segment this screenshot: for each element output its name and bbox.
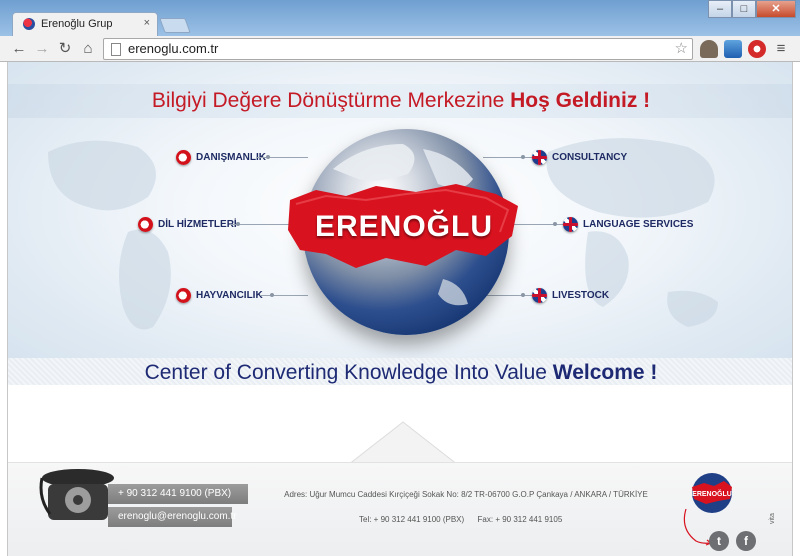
- twitter-icon[interactable]: t: [709, 531, 729, 551]
- maximize-button[interactable]: □: [732, 0, 756, 18]
- turkey-flag-icon: [176, 150, 191, 165]
- extension-screen-icon[interactable]: [724, 40, 742, 58]
- connector-dot: [521, 293, 525, 297]
- nav-dil-hizmetleri[interactable]: DİL HİZMETLERİ: [138, 217, 237, 232]
- url-text: erenoglu.com.tr: [128, 41, 219, 56]
- new-tab-button[interactable]: [159, 18, 191, 33]
- minimize-button[interactable]: –: [708, 0, 732, 18]
- email-bar[interactable]: erenoglu@erenoglu.com.tr: [108, 507, 237, 527]
- page-icon: [111, 43, 121, 56]
- browser-tab[interactable]: Erenoğlu Grup ×: [12, 12, 158, 36]
- nav-consultancy[interactable]: CONSULTANCY: [532, 150, 627, 165]
- close-button[interactable]: ✕: [756, 0, 796, 18]
- connector-dot: [266, 155, 270, 159]
- nav-label: DİL HİZMETLERİ: [158, 219, 237, 230]
- nav-label: CONSULTANCY: [552, 152, 628, 163]
- nav-danismanlik[interactable]: DANIŞMANLIK: [176, 150, 266, 165]
- connector-line: [483, 295, 533, 296]
- uk-flag-icon: [532, 150, 547, 165]
- connector-line: [256, 157, 308, 158]
- back-icon[interactable]: ←: [10, 40, 28, 58]
- nav-label: LANGUAGE SERVICES: [583, 219, 694, 230]
- nav-livestock[interactable]: LIVESTOCK: [532, 288, 609, 303]
- fax-text: Fax: + 90 312 441 9105: [477, 515, 563, 524]
- connector-dot: [270, 293, 274, 297]
- svg-text:ERENOĞLU: ERENOĞLU: [692, 489, 732, 498]
- nav-hayvancilik[interactable]: HAYVANCILIK: [176, 288, 263, 303]
- extension-record-icon[interactable]: [748, 40, 766, 58]
- reload-icon[interactable]: ↻: [56, 40, 74, 58]
- hero-title-text: Bilgiyi Değere Dönüştürme Merkezine: [151, 89, 511, 112]
- tel-text: Tel: + 90 312 441 9100 (PBX): [359, 515, 465, 524]
- connector-line: [483, 157, 533, 158]
- forward-icon[interactable]: →: [33, 40, 51, 58]
- hero-title: Bilgiyi Değere Dönüştürme Merkezine Hoş …: [8, 89, 792, 113]
- tab-title: Erenoğlu Grup: [41, 18, 113, 30]
- bookmark-star-icon[interactable]: ☆: [675, 39, 688, 57]
- connector-line: [260, 295, 308, 296]
- extension-hat-icon[interactable]: [700, 40, 718, 58]
- address-text: Adres: Uğur Mumcu Caddesi Kırçiçeği Soka…: [284, 490, 648, 499]
- nav-label: LIVESTOCK: [552, 290, 610, 301]
- address-bar[interactable]: erenoglu.com.tr ☆: [103, 38, 693, 60]
- turkey-flag-icon: [138, 217, 153, 232]
- home-icon[interactable]: ⌂: [79, 40, 97, 58]
- nav-language-services[interactable]: LANGUAGE SERVICES: [563, 217, 693, 232]
- hero-section: Bilgiyi Değere Dönüştürme Merkezine Hoş …: [8, 62, 792, 385]
- hero-subtitle-text: Center of Converting Knowledge Into Valu…: [144, 361, 553, 384]
- hero-title-bold: Hoş Geldiniz !: [510, 89, 651, 112]
- turkey-flag-icon: [176, 288, 191, 303]
- tel-fax: Tel: + 90 312 441 9100 (PBX) Fax: + 90 3…: [359, 515, 562, 524]
- connector-dot: [521, 155, 525, 159]
- page-viewport: Bilgiyi Değere Dönüştürme Merkezine Hoş …: [7, 62, 793, 556]
- brand-logo-text: ERENOĞLU: [314, 210, 493, 243]
- facebook-icon[interactable]: f: [736, 531, 756, 551]
- uk-flag-icon: [563, 217, 578, 232]
- favicon-icon: [23, 18, 35, 30]
- connector-dot: [236, 222, 240, 226]
- byline-text[interactable]: vita: [769, 513, 776, 524]
- nav-label: HAYVANCILIK: [196, 290, 263, 301]
- tab-close-icon[interactable]: ×: [144, 17, 150, 29]
- menu-icon[interactable]: ≡: [772, 40, 790, 58]
- hero-subtitle-bold: Welcome !: [552, 361, 658, 384]
- uk-flag-icon: [532, 288, 547, 303]
- browser-toolbar: ← → ↻ ⌂ erenoglu.com.tr ☆ ≡: [0, 36, 800, 62]
- divider-peak: [348, 421, 458, 465]
- window-titlebar: Erenoğlu Grup × – □ ✕: [0, 0, 800, 36]
- hero-subtitle: Center of Converting Knowledge Into Valu…: [8, 361, 792, 385]
- connector-dot: [553, 222, 557, 226]
